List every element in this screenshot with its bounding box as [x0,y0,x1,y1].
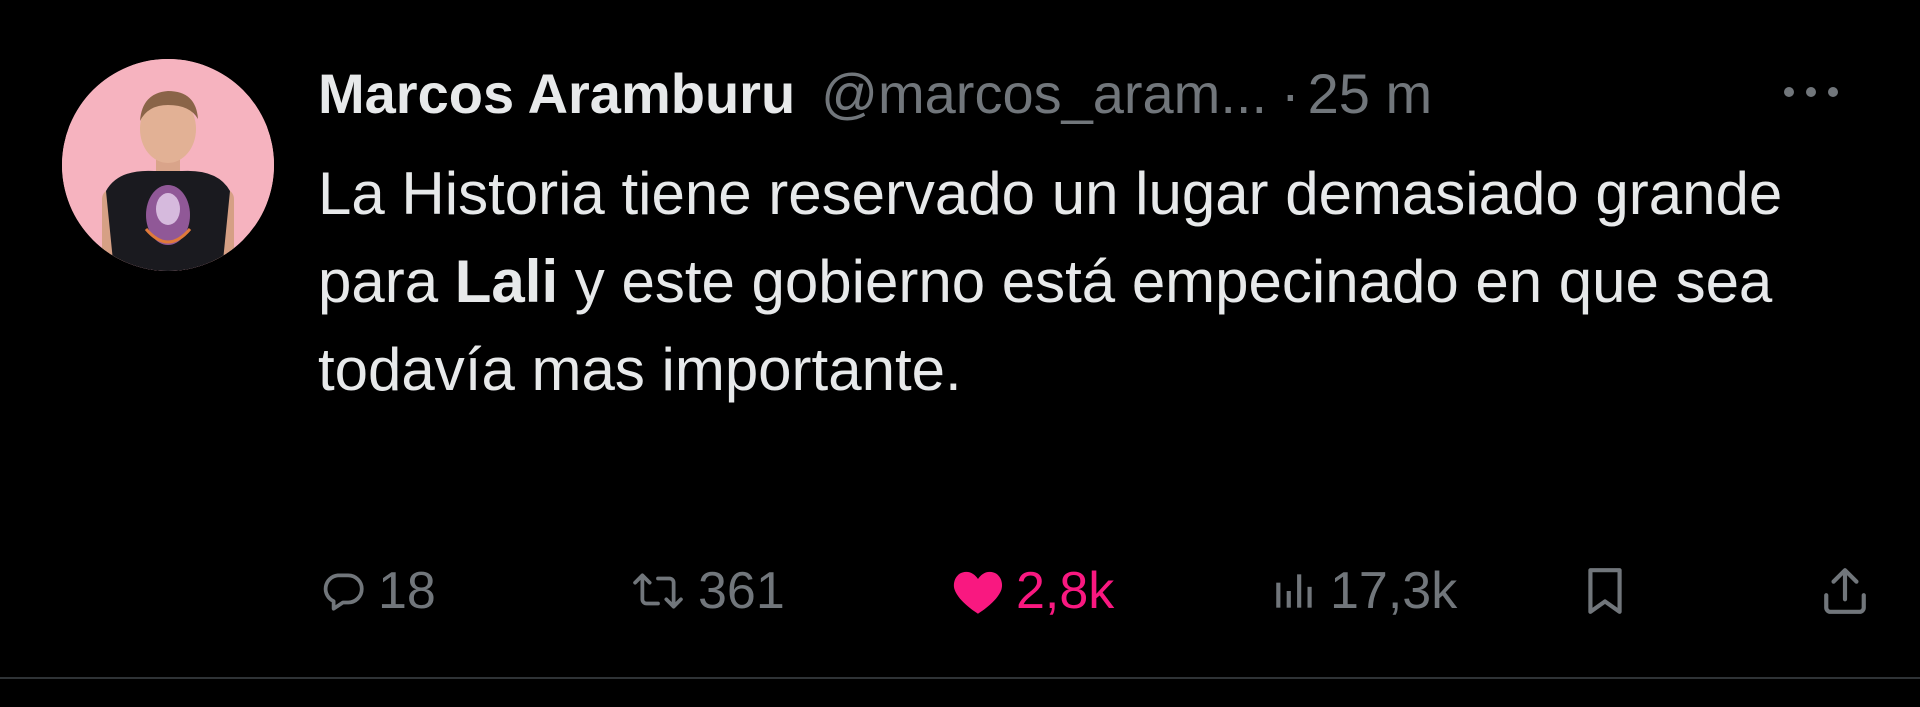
views-count: 17,3k [1330,562,1458,620]
profile-photo [62,59,274,271]
mention-lali: Lali [454,248,559,315]
tweet-divider [0,677,1920,679]
reply-count: 18 [378,562,436,620]
tweet-text: La Historia tiene reservado un lugar dem… [318,150,1878,414]
share-button[interactable] [1820,556,1870,626]
reply-button[interactable]: 18 [318,556,436,626]
views-button[interactable]: 17,3k [1270,556,1457,626]
bookmark-button[interactable] [1580,556,1630,626]
reply-icon [323,573,364,611]
tweet-actions: 18 361 2,8k 17,3k [318,556,1878,626]
like-button[interactable]: 2,8k [950,556,1114,626]
views-icon [1276,574,1312,608]
more-horizontal-icon [1784,87,1838,97]
separator-dot: · [1281,61,1300,125]
tweet-timestamp[interactable]: 25 m [1308,61,1433,126]
tweet-header: Marcos Aramburu @marcos_aram... · 25 m [318,58,1432,128]
heart-icon [953,571,1003,614]
retweet-button[interactable]: 361 [628,556,785,626]
like-count: 2,8k [1016,562,1115,620]
author-handle[interactable]: @marcos_aram... [821,61,1267,126]
retweet-icon [633,573,683,609]
share-icon [1824,568,1866,614]
tweet[interactable]: Marcos Aramburu @marcos_aram... · 25 m L… [0,0,1920,677]
author-display-name[interactable]: Marcos Aramburu [318,61,795,126]
avatar[interactable] [62,59,274,271]
more-options-button[interactable] [1776,70,1846,114]
retweet-count: 361 [698,562,785,620]
bookmark-icon [1588,568,1622,614]
